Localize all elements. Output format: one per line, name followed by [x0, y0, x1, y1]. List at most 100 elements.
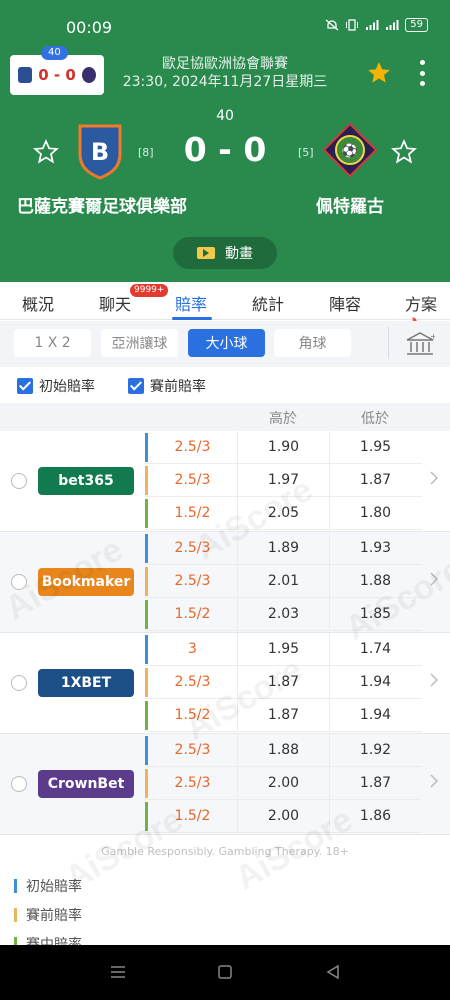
- svg-text:+: +: [430, 332, 435, 341]
- play-icon: [197, 247, 215, 259]
- bookmaker-radio[interactable]: [11, 574, 27, 590]
- initial-odds-checkbox[interactable]: 初始賠率: [17, 376, 95, 396]
- bookmaker-logo: CrownBet: [38, 770, 134, 798]
- header-over: 高於: [269, 411, 297, 427]
- odds-table-header: 高於 低於: [0, 403, 450, 431]
- under-odds: 1.93: [329, 532, 421, 565]
- bookmaker-logo: bet365: [38, 467, 134, 495]
- market-over-under[interactable]: 大小球: [188, 329, 265, 357]
- bookmaker-group[interactable]: bet365 2.5/3 1.90 1.95 2.5/3 1.97 1.87 1.5/2 2.0…: [0, 431, 450, 532]
- over-odds: 2.00: [237, 800, 329, 833]
- market-asian-handicap[interactable]: 亞洲讓球: [101, 329, 178, 357]
- legend-prematch-label: 賽前賠率: [26, 908, 82, 924]
- odds-row: 2.5/3 1.88 1.92: [145, 734, 422, 767]
- goal-line: 1.5/2: [174, 606, 211, 622]
- goal-line: 2.5/3: [174, 742, 211, 758]
- animation-button[interactable]: 動畫: [173, 237, 277, 269]
- over-odds: 2.03: [237, 598, 329, 631]
- bookmaker-group[interactable]: CrownBet 2.5/3 1.88 1.92 2.5/3 2.00 1.87 1.5/2 2…: [0, 734, 450, 835]
- checkbox-checked-icon: [128, 378, 144, 394]
- odds-row: 2.5/3 1.87 1.94: [145, 666, 422, 699]
- header-under: 低於: [361, 411, 389, 427]
- home-team-name[interactable]: 巴薩克賽爾足球俱樂部: [17, 192, 187, 217]
- away-follow-star-icon[interactable]: [391, 139, 417, 165]
- legend-initial-swatch: [14, 879, 17, 893]
- over-odds: 1.89: [237, 532, 329, 565]
- odds-row: 1.5/2 1.87 1.94: [145, 699, 422, 732]
- league-name: 歐足協歐洲協會聯賽: [162, 56, 288, 72]
- mini-score-text: 0 - 0: [38, 66, 76, 84]
- away-team-name[interactable]: 佩特羅古: [316, 192, 384, 217]
- market-1x2[interactable]: 1 X 2: [14, 329, 91, 357]
- odds-row: 1.5/2 2.03 1.85: [145, 598, 422, 631]
- over-odds: 1.87: [237, 699, 329, 732]
- back-icon[interactable]: [325, 965, 341, 979]
- prematch-odds-checkbox[interactable]: 賽前賠率: [128, 376, 206, 396]
- goal-line: 2.5/3: [174, 573, 211, 589]
- more-options-icon[interactable]: [418, 60, 426, 86]
- bookmaker-group[interactable]: Bookmaker 2.5/3 1.89 1.93 2.5/3 2.01 1.88 1.5/2…: [0, 532, 450, 633]
- mini-score-card[interactable]: 0 - 0: [10, 55, 104, 95]
- goal-line: 2.5/3: [174, 674, 211, 690]
- home-team-crest-icon[interactable]: B: [76, 122, 124, 180]
- under-odds: 1.95: [329, 431, 421, 464]
- home-rank: [8]: [138, 146, 154, 159]
- signal-4g-icon: [366, 20, 379, 30]
- odds-row: 2.5/3 1.89 1.93: [145, 532, 422, 565]
- bank-icon[interactable]: +: [405, 331, 435, 357]
- home-follow-star-icon[interactable]: [33, 139, 59, 165]
- chevron-right-icon[interactable]: [430, 471, 438, 485]
- bookmaker-logo: 1XBET: [38, 669, 134, 697]
- bookmaker-group[interactable]: 1XBET 3 1.95 1.74 2.5/3 1.87 1.94 1.5/2 1.87 1.94: [0, 633, 450, 734]
- prematch-odds-label: 賽前賠率: [150, 379, 206, 395]
- under-odds: 1.87: [329, 464, 421, 497]
- bookmaker-radio[interactable]: [11, 776, 27, 792]
- market-divider: [388, 327, 389, 359]
- mini-minute-badge: 40: [41, 46, 68, 60]
- legend-prematch: 賽前賠率: [14, 905, 82, 925]
- checkbox-checked-icon: [17, 378, 33, 394]
- status-bar: 00:09 59: [0, 0, 450, 50]
- over-odds: 1.97: [237, 464, 329, 497]
- tab-odds[interactable]: 賠率: [175, 291, 207, 315]
- over-odds: 1.90: [237, 431, 329, 464]
- chevron-right-icon[interactable]: [430, 673, 438, 687]
- chevron-right-icon[interactable]: [430, 774, 438, 788]
- over-odds: 2.01: [237, 565, 329, 598]
- goal-line: 3: [188, 641, 197, 657]
- goal-line: 2.5/3: [174, 439, 211, 455]
- responsible-gambling-note: Gamble Responsibly. Gambling Therapy. 18…: [101, 845, 349, 858]
- away-rank: [5]: [298, 146, 314, 159]
- over-odds: 1.95: [237, 633, 329, 666]
- bookmaker-radio[interactable]: [11, 473, 27, 489]
- signal-icon: [386, 20, 399, 30]
- tab-chat[interactable]: 聊天: [99, 291, 131, 315]
- home-icon[interactable]: [217, 965, 233, 979]
- under-odds: 1.94: [329, 666, 421, 699]
- under-odds: 1.74: [329, 633, 421, 666]
- legend-initial: 初始賠率: [14, 876, 82, 896]
- tab-lineup[interactable]: 陣容: [329, 291, 361, 315]
- bookmaker-radio[interactable]: [11, 675, 27, 691]
- odds-type-filters: 初始賠率 賽前賠率: [0, 367, 450, 403]
- away-team-crest-icon[interactable]: ⚽: [322, 122, 378, 178]
- chat-count-badge: 9999+: [130, 284, 169, 297]
- goal-line: 2.5/3: [174, 540, 211, 556]
- odds-row: 1.5/2 2.05 1.80: [145, 497, 422, 530]
- market-corners[interactable]: 角球: [274, 329, 351, 357]
- odds-row: 1.5/2 2.00 1.86: [145, 800, 422, 833]
- tab-stats[interactable]: 統計: [252, 291, 284, 315]
- menu-icon[interactable]: [110, 965, 126, 979]
- goal-line: 1.5/2: [174, 808, 211, 824]
- alarm-off-icon: [325, 19, 339, 31]
- goal-line: 1.5/2: [174, 505, 211, 521]
- over-odds: 1.88: [237, 734, 329, 767]
- bookmaker-logo: Bookmaker: [38, 568, 134, 596]
- initial-odds-label: 初始賠率: [39, 379, 95, 395]
- tab-overview[interactable]: 概況: [22, 291, 54, 315]
- odds-row: 2.5/3 1.90 1.95: [145, 431, 422, 464]
- chevron-right-icon[interactable]: [430, 572, 438, 586]
- favorite-star-icon[interactable]: [366, 60, 392, 86]
- match-tabs: 概況 聊天 9999+ 賠率 統計 陣容 方案🔥: [0, 282, 450, 334]
- goal-line: 1.5/2: [174, 707, 211, 723]
